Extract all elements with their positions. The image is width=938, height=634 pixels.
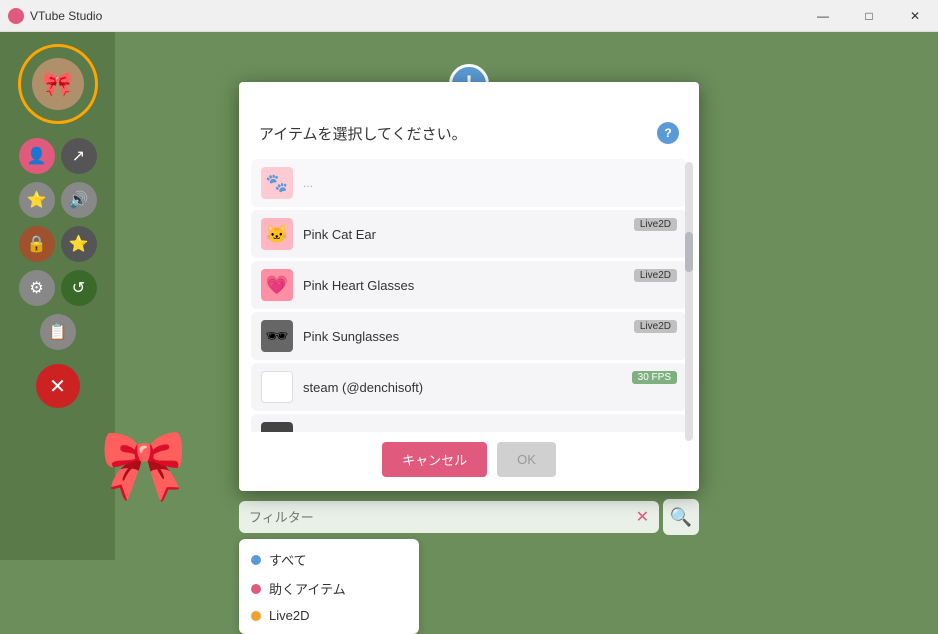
filter-input[interactable] bbox=[249, 510, 632, 525]
category-label-help: 助くアイテム bbox=[269, 579, 346, 598]
filter-bar: ✕ 🔍 bbox=[239, 499, 699, 535]
scrollbar-track[interactable] bbox=[685, 162, 693, 441]
item-name: Pink Heart Glasses bbox=[303, 278, 677, 293]
item-name: Pink Cat Ear bbox=[303, 227, 677, 242]
list-item[interactable]: steam (@denchisoft) 30 FPS bbox=[251, 363, 687, 411]
item-thumb: 🐾 bbox=[261, 167, 293, 199]
window-controls: — □ ✕ bbox=[800, 0, 938, 32]
item-badge: Live2D bbox=[634, 320, 677, 333]
list-item[interactable]: 🕶 Pink Sunglasses Live2D bbox=[251, 312, 687, 360]
modal-info-button[interactable]: ? bbox=[657, 122, 679, 144]
item-list[interactable]: 🐾 ... 🐱 Pink Cat Ear Live2D 💗 Pink Heart… bbox=[239, 152, 699, 432]
item-thumb: 🐱 bbox=[261, 218, 293, 250]
modal-title: アイテムを選択してください。 bbox=[259, 123, 467, 144]
item-thumb: 🕶 bbox=[261, 422, 293, 432]
item-name: sunglasses_black (@catboymech) bbox=[303, 431, 677, 433]
maximize-button[interactable]: □ bbox=[846, 0, 892, 32]
list-item[interactable]: 🐱 Pink Cat Ear Live2D bbox=[251, 210, 687, 258]
item-name: steam (@denchisoft) bbox=[303, 380, 677, 395]
category-label-live2d: Live2D bbox=[269, 608, 309, 623]
close-button[interactable]: ✕ bbox=[892, 0, 938, 32]
item-thumb: 💗 bbox=[261, 269, 293, 301]
category-help[interactable]: 助くアイテム bbox=[239, 574, 419, 603]
app-logo bbox=[8, 8, 24, 24]
modal-header: アイテムを選択してください。 ? bbox=[239, 106, 699, 152]
cancel-button[interactable]: キャンセル bbox=[382, 442, 487, 477]
item-thumb: 🕶 bbox=[261, 320, 293, 352]
main-area: 🎀 👤 ↗ ⭐ 🔊 🔒 ⭐ ⚙ ↺ 📋 ✕ bbox=[0, 32, 938, 560]
list-item[interactable]: 🕶 sunglasses_black (@catboymech) bbox=[251, 414, 687, 432]
filter-input-wrap: ✕ bbox=[239, 501, 659, 533]
ok-button[interactable]: OK bbox=[497, 442, 556, 477]
list-item[interactable]: 💗 Pink Heart Glasses Live2D bbox=[251, 261, 687, 309]
item-thumb bbox=[261, 371, 293, 403]
app-title: VTube Studio bbox=[30, 9, 102, 23]
modal-wrapper: ! アイテムを選択してください。 ? 🐾 ... bbox=[239, 82, 699, 634]
filter-search-button[interactable]: 🔍 bbox=[663, 499, 699, 535]
category-dot-live2d bbox=[251, 611, 261, 621]
item-badge: 30 FPS bbox=[632, 371, 677, 384]
list-item[interactable]: 🐾 ... bbox=[251, 159, 687, 207]
category-dot-help bbox=[251, 584, 261, 594]
minimize-button[interactable]: — bbox=[800, 0, 846, 32]
modal-overlay: ! アイテムを選択してください。 ? 🐾 ... bbox=[0, 32, 938, 560]
modal-dialog: アイテムを選択してください。 ? 🐾 ... 🐱 Pink Ca bbox=[239, 82, 699, 491]
item-name: Pink Sunglasses bbox=[303, 329, 677, 344]
category-dropdown: すべて 助くアイテム Live2D bbox=[239, 539, 419, 634]
titlebar: VTube Studio — □ ✕ bbox=[0, 0, 938, 32]
category-live2d[interactable]: Live2D bbox=[239, 603, 419, 628]
scrollbar-thumb[interactable] bbox=[685, 232, 693, 272]
filter-clear-icon[interactable]: ✕ bbox=[636, 507, 649, 527]
modal-footer: キャンセル OK bbox=[239, 432, 699, 491]
item-badge: Live2D bbox=[634, 269, 677, 282]
item-badge: Live2D bbox=[634, 218, 677, 231]
